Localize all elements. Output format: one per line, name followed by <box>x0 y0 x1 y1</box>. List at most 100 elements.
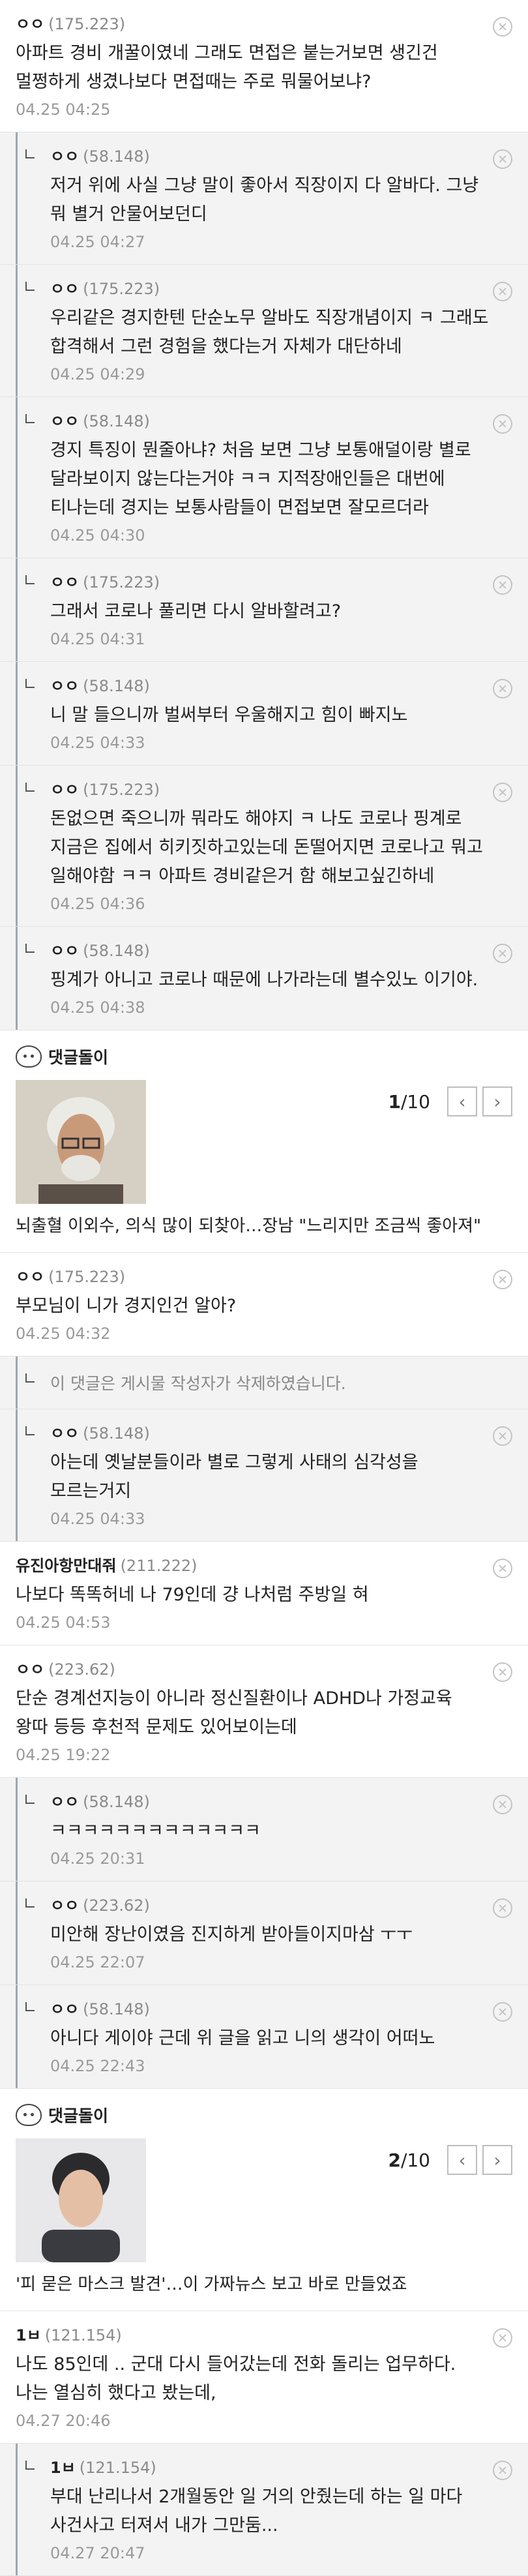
delete-comment-icon[interactable] <box>493 414 512 434</box>
reply-comment: ㅇㅇ (58.148) 아는데 옛날분들이라 별로 그렇게 사태의 심각성을 모르는… <box>0 1409 528 1542</box>
news-bot-card-2: 댓글돌이 2/10 ‹ › '피 묻은 마스크 발견'…이 가짜뉴스 보고 바로… <box>0 2089 528 2311</box>
comment-date: 04.25 04:33 <box>50 734 145 752</box>
delete-comment-icon[interactable] <box>493 679 512 698</box>
comment-date: 04.25 04:25 <box>16 100 111 119</box>
comment-ip: (175.223) <box>83 573 160 592</box>
news-pager: 1/10 ‹ › <box>388 1086 512 1116</box>
comment-text: 미안해 장난이였음 진지하게 받아들이지마삼 ㅜㅜ <box>50 1925 413 1945</box>
comment-date: 04.25 04:38 <box>50 998 145 1017</box>
news-title[interactable]: '피 묻은 마스크 발견'…이 가짜뉴스 보고 바로 만들었죠 <box>16 2271 512 2298</box>
comment-nickname[interactable]: ㅇㅇ <box>50 942 79 960</box>
news-title[interactable]: 뇌출혈 이외수, 의식 많이 되찾아…장남 "느리지만 조금씩 좋아져" <box>16 1213 512 1239</box>
comment-meta: ㅇㅇ (58.148) <box>50 1792 489 1812</box>
comment-date: 04.25 04:32 <box>16 1325 111 1343</box>
delete-comment-icon[interactable] <box>493 1270 512 1289</box>
comment-nickname[interactable]: ㅇㅇ <box>50 1424 79 1443</box>
comment-nickname[interactable]: 1ㅂ <box>16 2326 41 2344</box>
comment-nickname[interactable]: ㅇㅇ <box>50 2000 79 2018</box>
comment-ip: (175.223) <box>48 15 126 33</box>
deleted-comment: 이 댓글은 게시물 작성자가 삭제하였습니다. <box>0 1356 528 1409</box>
comment-nickname[interactable]: ㅇㅇ <box>50 412 79 430</box>
bot-name: 댓글돌이 <box>48 2106 109 2125</box>
delete-comment-icon[interactable] <box>493 2461 512 2480</box>
comment-meta: ㅇㅇ (223.62) <box>16 1660 489 1679</box>
reply-comment: ㅇㅇ (58.148) 아니다 게이야 근데 위 글을 읽고 니의 생각이 어떠노 0… <box>0 1985 528 2089</box>
comment-meta: ㅇㅇ (223.62) <box>50 1896 489 1915</box>
delete-comment-icon[interactable] <box>493 1426 512 1446</box>
reply-arrow-icon <box>25 414 35 423</box>
delete-comment-icon[interactable] <box>493 1795 512 1814</box>
comment-nickname[interactable]: ㅇㅇ <box>16 15 44 33</box>
comment-meta: ㅇㅇ (175.223) <box>50 573 489 592</box>
comment-meta: ㅇㅇ (175.223) <box>16 1267 489 1287</box>
reply-arrow-icon <box>25 679 35 688</box>
comment-meta: ㅇㅇ (175.223) <box>50 279 489 299</box>
comment-nickname[interactable]: ㅇㅇ <box>50 573 79 592</box>
reply-comment: 1ㅂ (121.154) 부대 난리나서 2개월동안 일 거의 안줬는데 하는 일 … <box>0 2444 528 2576</box>
comment: ㅇㅇ (175.223) 아파트 경비 개꿀이였네 그래도 면접은 붙는거보면 생긴… <box>0 0 528 132</box>
comment-nickname[interactable]: ㅇㅇ <box>16 1268 44 1286</box>
news-thumbnail[interactable] <box>16 2138 146 2262</box>
reply-arrow-icon <box>25 2461 35 2470</box>
prev-button[interactable]: ‹ <box>447 2145 477 2175</box>
delete-comment-icon[interactable] <box>493 282 512 301</box>
comment-ip: (58.148) <box>83 412 150 430</box>
comment-nickname[interactable]: ㅇㅇ <box>16 1660 44 1679</box>
comment-date: 04.25 22:43 <box>50 2057 145 2075</box>
comment-nickname[interactable]: ㅇㅇ <box>50 280 79 298</box>
comment-ip: (121.154) <box>79 2459 156 2477</box>
delete-comment-icon[interactable] <box>493 575 512 595</box>
comment-text: 니 말 들으니까 벌써부터 우울해지고 힘이 빠지노 <box>50 705 408 725</box>
comment-text: 돈없으면 죽으니까 뭐라도 해야지 ㅋ 나도 코로나 핑계로 지금은 집에서 히… <box>50 809 483 886</box>
next-button[interactable]: › <box>482 2145 512 2175</box>
comment-date: 04.27 20:46 <box>16 2412 111 2430</box>
news-bot-header: 댓글돌이 <box>16 1042 512 1071</box>
delete-comment-icon[interactable] <box>493 1898 512 1918</box>
comment-nickname[interactable]: ㅇㅇ <box>50 781 79 799</box>
comment-ip: (58.148) <box>83 147 150 166</box>
prev-button[interactable]: ‹ <box>447 1086 477 1116</box>
comment-nickname[interactable]: 유진아항만대줘 <box>16 1557 117 1575</box>
comment: ㅇㅇ (175.223) 부모님이 니가 경지인건 알아? 04.25 04:32 <box>0 1253 528 1356</box>
delete-comment-icon[interactable] <box>493 2002 512 2022</box>
next-button[interactable]: › <box>482 1086 512 1116</box>
comment-date: 04.25 04:30 <box>50 526 145 545</box>
comment-nickname[interactable]: ㅇㅇ <box>50 1896 79 1915</box>
reply-arrow-icon <box>25 783 35 792</box>
comment-text: 핑계가 아니고 코로나 때문에 나가라는데 별수있노 이기야. <box>50 970 478 990</box>
comment-nickname[interactable]: ㅇㅇ <box>50 147 79 166</box>
reply-arrow-icon <box>25 1373 35 1383</box>
delete-comment-icon[interactable] <box>493 1559 512 1578</box>
comment-ip: (223.62) <box>83 1896 150 1915</box>
comment-ip: (58.148) <box>83 942 150 960</box>
delete-comment-icon[interactable] <box>493 17 512 37</box>
delete-comment-icon[interactable] <box>493 149 512 169</box>
delete-comment-icon[interactable] <box>493 783 512 802</box>
comment-section: ㅇㅇ (175.223) 아파트 경비 개꿀이였네 그래도 면접은 붙는거보면 생긴… <box>0 0 528 2576</box>
news-thumbnail[interactable] <box>16 1080 146 1204</box>
comment-date: 04.25 04:33 <box>50 1510 145 1528</box>
reply-comment: ㅇㅇ (58.148) 경지 특징이 뭔줄아냐? 처음 보면 그냥 보통애덜이랑 별… <box>0 397 528 558</box>
comment-date: 04.25 04:53 <box>16 1613 111 1632</box>
delete-comment-icon[interactable] <box>493 1662 512 1682</box>
comment-nickname[interactable]: ㅇㅇ <box>50 1793 79 1811</box>
delete-comment-icon[interactable] <box>493 944 512 963</box>
comment-text: 부모님이 니가 경지인건 알아? <box>16 1296 237 1316</box>
reply-arrow-icon <box>25 149 35 158</box>
comment-nickname[interactable]: 1ㅂ <box>50 2459 76 2477</box>
comment-ip: (175.223) <box>83 781 160 799</box>
comment-text: 아는데 옛날분들이라 별로 그렇게 사태의 심각성을 모르는거지 <box>50 1452 418 1501</box>
news-pager: 2/10 ‹ › <box>388 2145 512 2175</box>
delete-comment-icon[interactable] <box>493 2328 512 2348</box>
reply-arrow-icon <box>25 2002 35 2011</box>
comment-text: 우리같은 경지한텐 단순노무 알바도 직장개념이지 ㅋ 그래도 합격해서 그런 … <box>50 308 489 357</box>
comment: 유진아항만대줘 (211.222) 나보다 똑똑허네 나 79인데 걍 나처럼 주방… <box>0 1542 528 1645</box>
comment-ip: (175.223) <box>48 1268 126 1286</box>
reply-comment: ㅇㅇ (175.223) 돈없으면 죽으니까 뭐라도 해야지 ㅋ 나도 코로나 핑계… <box>0 766 528 927</box>
comment-nickname[interactable]: ㅇㅇ <box>50 677 79 695</box>
comment-text: 저거 위에 사실 그냥 말이 좋아서 직장이지 다 알바다. 그냥 뭐 별거 안… <box>50 175 479 224</box>
comment-meta: ㅇㅇ (58.148) <box>50 412 489 431</box>
comment-ip: (58.148) <box>83 2000 150 2018</box>
comment-meta: ㅇㅇ (58.148) <box>50 676 489 696</box>
comment-text: 단순 경계선지능이 아니라 정신질환이나 ADHD나 가정교육 왕따 등등 후천… <box>16 1688 452 1737</box>
